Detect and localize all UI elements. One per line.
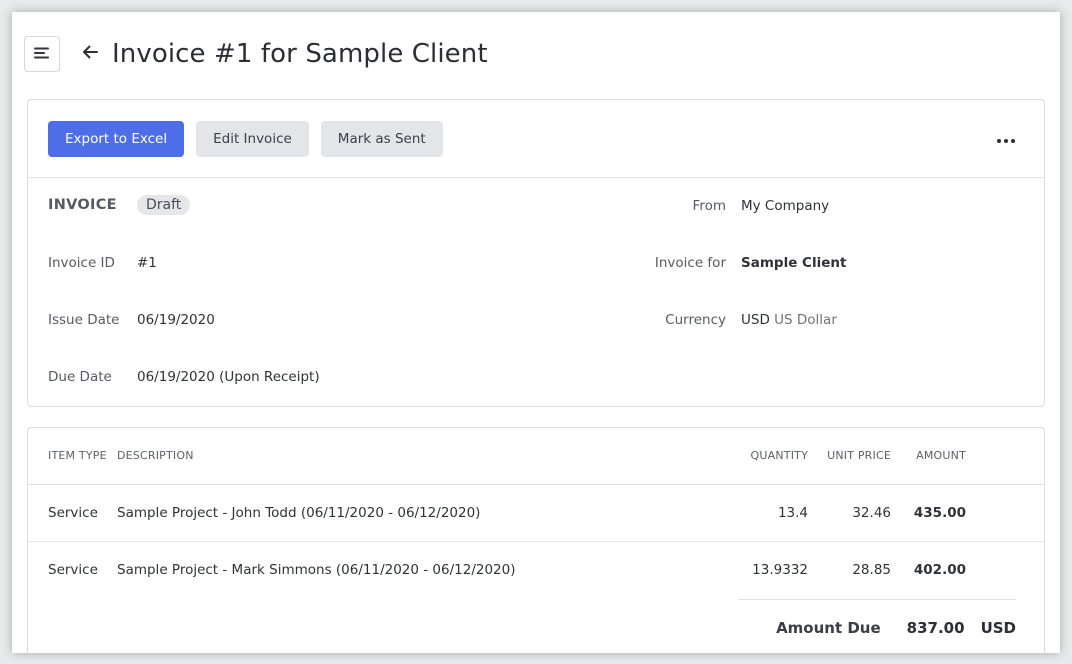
item-type-cell: Service — [28, 484, 117, 542]
due-date-row: Due Date 06/19/2020 (Upon Receipt) — [48, 369, 320, 385]
invoice-id-value: #1 — [137, 255, 157, 271]
from-row: From My Company — [344, 198, 1044, 214]
invoice-for-value: Sample Client — [741, 255, 847, 271]
description-cell: Sample Project - John Todd (06/11/2020 -… — [117, 484, 718, 542]
currency-row: Currency USD US Dollar — [344, 312, 1044, 328]
invoice-info: INVOICE Draft Invoice ID #1 Issue Date 0… — [28, 178, 1044, 406]
invoice-heading-row: INVOICE Draft — [48, 195, 191, 215]
app-window: Invoice #1 for Sample Client Export to E… — [12, 12, 1060, 653]
description-cell: Sample Project - Mark Simmons (06/11/202… — [117, 561, 516, 578]
column-item-type: ITEM TYPE — [28, 428, 117, 485]
page-title: Invoice #1 for Sample Client — [112, 39, 488, 69]
from-label: From — [692, 198, 726, 214]
column-unit-price: UNIT PRICE — [808, 428, 891, 485]
more-actions-button[interactable] — [994, 128, 1018, 148]
spacer-cell — [966, 484, 1044, 542]
invoice-id-label: Invoice ID — [48, 255, 115, 271]
amount-due-row: Amount Due 837.00 USD — [738, 599, 1016, 653]
invoice-toolbar: Export to Excel Edit Invoice Mark as Sen… — [28, 100, 1044, 178]
status-badge: Draft — [137, 195, 191, 215]
arrow-left-icon — [81, 44, 99, 64]
table-row[interactable]: Service Sample Project - Mark Simmons (0… — [28, 541, 1044, 598]
sidebar-toggle-button[interactable] — [24, 36, 60, 72]
column-spacer — [966, 428, 1044, 485]
table-row[interactable]: Service Sample Project - John Todd (06/1… — [28, 484, 1044, 542]
menu-lines-icon — [33, 45, 51, 64]
column-quantity: QUANTITY — [718, 428, 808, 485]
more-horizontal-icon — [996, 129, 1016, 148]
currency-code: USD — [741, 312, 770, 328]
column-description: DESCRIPTION — [117, 428, 718, 485]
export-to-excel-button[interactable]: Export to Excel — [48, 120, 185, 157]
amount-cell: 435.00 — [891, 484, 966, 542]
currency-name: US Dollar — [774, 312, 837, 328]
invoice-heading: INVOICE — [48, 197, 117, 213]
page-header: Invoice #1 for Sample Client — [24, 36, 488, 72]
due-date-label: Due Date — [48, 369, 112, 385]
issue-date-row: Issue Date 06/19/2020 — [48, 312, 215, 328]
currency-label: Currency — [665, 312, 726, 328]
issue-date-label: Issue Date — [48, 312, 120, 328]
issue-date-value: 06/19/2020 — [137, 312, 215, 328]
edit-invoice-button[interactable]: Edit Invoice — [196, 120, 309, 157]
invoice-items-table: ITEM TYPE DESCRIPTION QUANTITY UNIT PRIC… — [28, 428, 1044, 598]
currency-value: USD US Dollar — [741, 312, 837, 328]
unit-price-cell: 28.85 — [852, 561, 891, 578]
quantity-cell: 13.4 — [718, 484, 808, 542]
back-button[interactable] — [80, 44, 100, 64]
invoice-for-label: Invoice for — [654, 255, 726, 271]
quantity-cell: 13.9332 — [752, 561, 808, 578]
from-value: My Company — [741, 198, 830, 214]
invoice-details-card: Export to Excel Edit Invoice Mark as Sen… — [27, 99, 1045, 407]
unit-price-cell: 32.46 — [808, 484, 891, 542]
invoice-for-row: Invoice for Sample Client — [344, 255, 1044, 271]
table-header-row: ITEM TYPE DESCRIPTION QUANTITY UNIT PRIC… — [28, 428, 1044, 485]
mark-as-sent-button[interactable]: Mark as Sent — [320, 120, 443, 157]
item-type-cell: Service — [48, 561, 98, 578]
spacer-cell — [966, 541, 1044, 598]
due-date-value: 06/19/2020 (Upon Receipt) — [137, 369, 320, 385]
amount-cell: 402.00 — [913, 561, 966, 578]
invoice-items-card: ITEM TYPE DESCRIPTION QUANTITY UNIT PRIC… — [27, 427, 1045, 653]
invoice-id-row: Invoice ID #1 — [48, 255, 157, 271]
amount-due-currency: USD — [980, 619, 1016, 637]
column-amount: AMOUNT — [891, 428, 966, 485]
amount-due-value: 837.00 — [906, 619, 965, 637]
amount-due-label: Amount Due — [776, 619, 881, 637]
